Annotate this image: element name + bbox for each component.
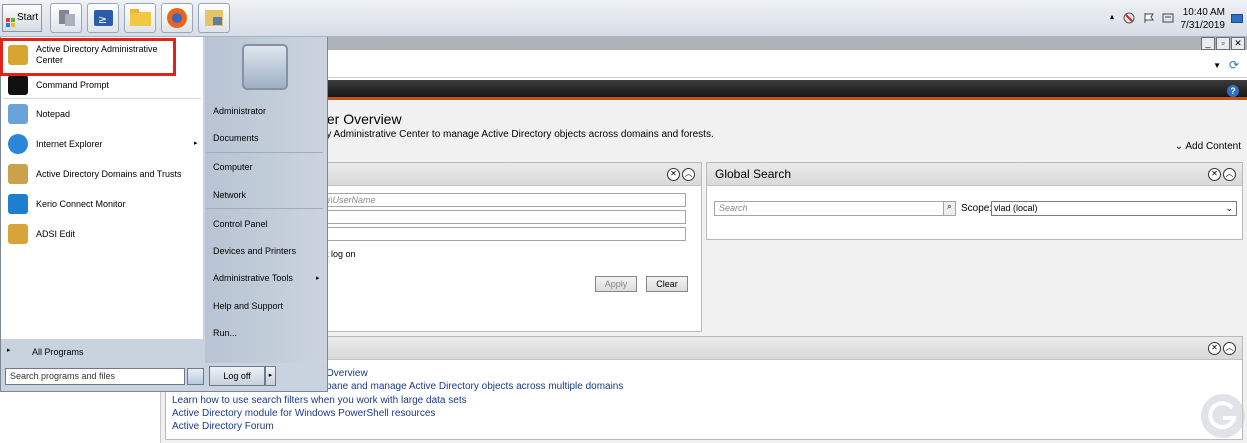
program-label: ADSI Edit: [36, 229, 76, 239]
confirm-password-field[interactable]: [318, 227, 686, 241]
menu-divider: [3, 98, 201, 99]
global-search-title: Global Search: [715, 167, 792, 181]
minimize-button[interactable]: _: [1201, 37, 1215, 50]
program-adsi-edit[interactable]: ADSI Edit: [8, 220, 198, 248]
menu-divider: [207, 152, 323, 153]
overview-title: ter Overview: [323, 111, 402, 127]
program-label: Internet Explorer: [36, 139, 103, 149]
all-programs-label: All Programs: [32, 347, 84, 357]
g-logo-icon: [1199, 392, 1247, 440]
refresh-icon[interactable]: ⟳: [1229, 58, 1239, 72]
program-label: Notepad: [36, 109, 71, 119]
adsi-edit-icon: [8, 224, 28, 244]
help-link[interactable]: Active Directory Forum: [172, 421, 274, 432]
ie-icon: [8, 134, 28, 154]
program-kerio-connect[interactable]: Kerio Connect Monitor: [8, 190, 198, 218]
file-explorer-icon[interactable]: [124, 3, 156, 33]
dropdown-arrow-icon[interactable]: ▼: [1213, 61, 1221, 70]
show-desktop-icon[interactable]: [1231, 14, 1243, 23]
program-label: Active Directory Domains and Trusts: [36, 169, 182, 179]
submenu-arrow-icon: ▸: [194, 140, 198, 147]
help-link[interactable]: pane and manage Active Directory objects…: [326, 381, 623, 392]
close-panel-icon[interactable]: ✕: [1208, 342, 1221, 355]
program-ad-domains-trusts[interactable]: Active Directory Domains and Trusts: [8, 160, 198, 188]
help-link[interactable]: Learn how to use search filters when you…: [172, 395, 467, 406]
volume-icon[interactable]: [1162, 12, 1174, 24]
folder-tools-icon[interactable]: [198, 3, 230, 33]
apply-button[interactable]: Apply: [595, 276, 637, 292]
svg-text:≥: ≥: [98, 13, 107, 26]
start-search-input[interactable]: Search programs and files: [5, 368, 185, 385]
search-icon[interactable]: [187, 368, 204, 385]
search-icon[interactable]: ⌕: [943, 201, 956, 216]
restore-button[interactable]: ▫: [1216, 37, 1230, 50]
close-panel-icon[interactable]: ✕: [667, 168, 680, 181]
program-label: Kerio Connect Monitor: [36, 199, 126, 209]
clock-time[interactable]: 10:40 AM: [1183, 7, 1225, 18]
overview-subtitle: ry Administrative Center to manage Activ…: [323, 129, 714, 140]
notepad-icon: [8, 104, 28, 124]
menu-divider: [207, 208, 323, 209]
logoff-button[interactable]: Log off: [209, 366, 265, 386]
add-content-label: Add Content: [1185, 141, 1241, 152]
scope-select[interactable]: vlad (local) ⌄: [991, 201, 1237, 216]
windows-logo-icon: [6, 13, 16, 27]
collapse-panel-icon[interactable]: ︿: [1223, 342, 1236, 355]
add-content-link[interactable]: ⌄ Add Content: [1175, 141, 1241, 152]
start-button[interactable]: Start: [2, 4, 42, 32]
chevron-down-icon: ⌄: [1174, 141, 1186, 152]
kerio-icon: [8, 194, 28, 214]
places-admin-tools[interactable]: Administrative Tools: [213, 273, 293, 283]
places-control-panel[interactable]: Control Panel: [213, 219, 268, 229]
places-documents[interactable]: Documents: [213, 133, 259, 143]
panel-header: Global Search ✕ ︿: [707, 163, 1242, 186]
all-programs-item[interactable]: ▸ All Programs: [0, 339, 203, 365]
server-manager-icon[interactable]: [50, 3, 82, 33]
collapse-panel-icon[interactable]: ︿: [1223, 168, 1236, 181]
program-label: Command Prompt: [36, 80, 110, 90]
places-network[interactable]: Network: [213, 190, 246, 200]
username-field[interactable]: in\UserName: [318, 193, 686, 207]
window-controls: _ ▫ ✕: [1200, 37, 1245, 50]
powershell-icon[interactable]: ≥: [87, 3, 119, 33]
places-computer[interactable]: Computer: [213, 162, 253, 172]
program-notepad[interactable]: Notepad: [8, 100, 198, 128]
places-administrator[interactable]: Administrator: [213, 106, 266, 116]
clear-button[interactable]: Clear: [646, 276, 688, 292]
scope-value: vlad (local): [994, 203, 1038, 213]
firefox-icon[interactable]: [161, 3, 193, 33]
action-center-flag-icon[interactable]: [1143, 12, 1155, 24]
shutdown-options-button[interactable]: ▸: [265, 366, 276, 386]
submenu-arrow-icon: ▸: [7, 347, 11, 354]
help-link[interactable]: Overview: [326, 368, 368, 379]
close-button[interactable]: ✕: [1231, 37, 1245, 50]
places-help-support[interactable]: Help and Support: [213, 301, 283, 311]
help-icon[interactable]: ?: [1227, 85, 1239, 97]
domains-trusts-icon: [8, 164, 28, 184]
must-change-password-label: t log on: [326, 249, 356, 259]
password-field[interactable]: [318, 210, 686, 224]
help-link[interactable]: Active Directory module for Windows Powe…: [172, 408, 435, 419]
network-warning-icon[interactable]: [1123, 12, 1135, 24]
submenu-arrow-icon: ▸: [316, 275, 320, 282]
global-search-input[interactable]: Search: [714, 201, 944, 216]
chevron-down-icon: ⌄: [1225, 203, 1233, 213]
places-devices-printers[interactable]: Devices and Printers: [213, 246, 296, 256]
scope-label: Scope:: [961, 203, 993, 214]
clock-date[interactable]: 7/31/2019: [1181, 20, 1226, 31]
cmd-icon: [8, 75, 28, 95]
tray-expand-icon[interactable]: ▴: [1110, 12, 1114, 21]
start-label: Start: [17, 12, 39, 23]
collapse-panel-icon[interactable]: ︿: [682, 168, 695, 181]
close-panel-icon[interactable]: ✕: [1208, 168, 1221, 181]
user-avatar[interactable]: [242, 44, 288, 90]
program-internet-explorer[interactable]: Internet Explorer ▸: [8, 130, 198, 158]
highlight-box: [0, 38, 176, 76]
places-run[interactable]: Run...: [213, 328, 237, 338]
